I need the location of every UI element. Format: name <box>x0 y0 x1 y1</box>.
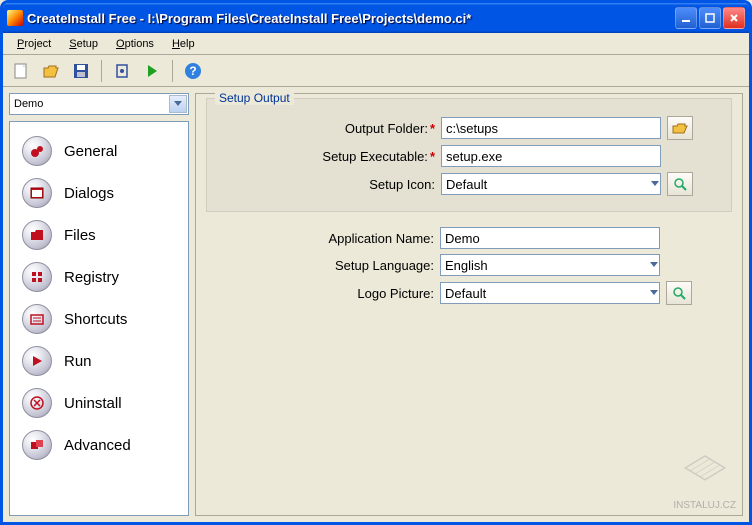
row-setup-icon: Setup Icon: Default <box>215 172 723 196</box>
nav-label: Dialogs <box>64 185 114 202</box>
menu-project[interactable]: Project <box>9 36 59 52</box>
preview-logo-button[interactable] <box>666 281 692 305</box>
select-setup-language[interactable]: English <box>440 254 660 276</box>
chevron-down-icon <box>651 175 659 190</box>
input-app-name[interactable] <box>440 227 660 249</box>
uninstall-icon <box>22 388 52 418</box>
group-title: Setup Output <box>215 91 294 105</box>
left-pane: Demo General Dialogs Files Registry Shor… <box>9 93 189 516</box>
build-button[interactable] <box>110 59 134 83</box>
menu-options[interactable]: Options <box>108 36 162 52</box>
chevron-down-icon <box>650 284 658 299</box>
input-output-folder[interactable] <box>441 117 661 139</box>
titlebar[interactable]: CreateInstall Free - I:\Program Files\Cr… <box>3 3 749 33</box>
svg-text:?: ? <box>189 64 196 78</box>
preview-icon-button[interactable] <box>667 172 693 196</box>
help-button[interactable]: ? <box>181 59 205 83</box>
nav-label: Run <box>64 353 92 370</box>
label-setup-language: Setup Language: <box>214 258 434 273</box>
nav-label: Registry <box>64 269 119 286</box>
nav-item-registry[interactable]: Registry <box>14 256 184 298</box>
nav-item-uninstall[interactable]: Uninstall <box>14 382 184 424</box>
menu-help[interactable]: Help <box>164 36 203 52</box>
input-setup-executable[interactable] <box>441 145 661 167</box>
maximize-button[interactable] <box>699 7 721 29</box>
nav-item-run[interactable]: Run <box>14 340 184 382</box>
nav-item-general[interactable]: General <box>14 130 184 172</box>
right-pane: Setup Output Output Folder:* Setup Execu… <box>195 93 743 516</box>
group-setup-output: Setup Output Output Folder:* Setup Execu… <box>206 98 732 212</box>
nav-item-dialogs[interactable]: Dialogs <box>14 172 184 214</box>
row-app-name: Application Name: <box>214 227 724 249</box>
project-combo-value: Demo <box>14 98 43 110</box>
label-setup-executable: Setup Executable:* <box>215 149 435 164</box>
shortcuts-icon <box>22 304 52 334</box>
window-title: CreateInstall Free - I:\Program Files\Cr… <box>27 11 675 26</box>
app-icon <box>7 10 23 26</box>
minimize-button[interactable] <box>675 7 697 29</box>
nav-label: Advanced <box>64 437 131 454</box>
nav-label: General <box>64 143 117 160</box>
save-button[interactable] <box>69 59 93 83</box>
watermark: INSTALUJ.CZ <box>673 450 736 511</box>
body: Demo General Dialogs Files Registry Shor… <box>3 87 749 522</box>
menubar: Project Setup Options Help <box>3 33 749 55</box>
dialogs-icon <box>22 178 52 208</box>
new-button[interactable] <box>9 59 33 83</box>
row-setup-executable: Setup Executable:* <box>215 145 723 167</box>
menu-setup[interactable]: Setup <box>61 36 106 52</box>
general-icon <box>22 136 52 166</box>
chevron-down-icon <box>169 95 187 113</box>
open-button[interactable] <box>39 59 63 83</box>
select-logo-picture[interactable]: Default <box>440 282 660 304</box>
files-icon <box>22 220 52 250</box>
close-button[interactable] <box>723 7 745 29</box>
row-logo-picture: Logo Picture: Default <box>214 281 724 305</box>
label-app-name: Application Name: <box>214 231 434 246</box>
watermark-icon <box>680 450 730 500</box>
row-output-folder: Output Folder:* <box>215 116 723 140</box>
nav-label: Uninstall <box>64 395 122 412</box>
advanced-icon <box>22 430 52 460</box>
browse-folder-button[interactable] <box>667 116 693 140</box>
label-logo-picture: Logo Picture: <box>214 286 434 301</box>
chevron-down-icon <box>650 256 658 271</box>
nav-item-advanced[interactable]: Advanced <box>14 424 184 466</box>
toolbar-separator <box>101 60 102 82</box>
label-output-folder: Output Folder:* <box>215 121 435 136</box>
run-icon <box>22 346 52 376</box>
row-setup-language: Setup Language: English <box>214 254 724 276</box>
nav-list: General Dialogs Files Registry Shortcuts… <box>9 121 189 516</box>
nav-item-files[interactable]: Files <box>14 214 184 256</box>
app-window: CreateInstall Free - I:\Program Files\Cr… <box>0 0 752 525</box>
nav-label: Shortcuts <box>64 311 127 328</box>
run-button[interactable] <box>140 59 164 83</box>
label-setup-icon: Setup Icon: <box>215 177 435 192</box>
nav-item-shortcuts[interactable]: Shortcuts <box>14 298 184 340</box>
registry-icon <box>22 262 52 292</box>
nav-label: Files <box>64 227 96 244</box>
watermark-text: INSTALUJ.CZ <box>673 500 736 511</box>
toolbar: ? <box>3 55 749 87</box>
toolbar-separator <box>172 60 173 82</box>
project-combo[interactable]: Demo <box>9 93 189 115</box>
select-setup-icon[interactable]: Default <box>441 173 661 195</box>
